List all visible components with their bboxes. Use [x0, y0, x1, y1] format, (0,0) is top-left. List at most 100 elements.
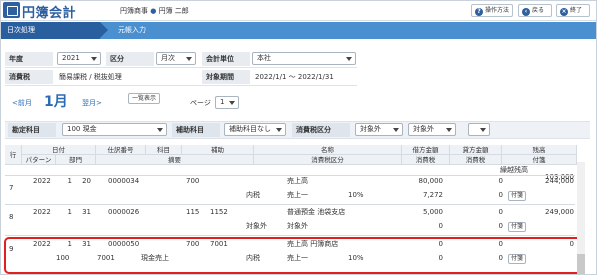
next-month-link[interactable]: 翌月> — [82, 98, 102, 108]
col-tax-class: 消費税区分 — [254, 155, 402, 165]
unit-label: 会計単位 — [202, 52, 250, 66]
kubun-select[interactable]: 月次 — [156, 52, 196, 65]
col-credit: 貸方金額 — [450, 145, 502, 155]
tax-class-select-2[interactable]: 対象外 — [408, 123, 456, 136]
question-icon: ? — [475, 8, 483, 16]
page-select[interactable]: 1 — [215, 96, 239, 109]
cell-account: 700 — [186, 177, 200, 185]
cell-month: 1 — [67, 177, 72, 185]
app-title: 円簿会計 — [22, 6, 77, 21]
col-memo: 摘要 — [96, 155, 254, 165]
cell-debit: 80,000 — [418, 177, 444, 185]
col-balance: 残高 — [502, 145, 577, 155]
divider — [5, 85, 357, 86]
col-sub: 補助 — [182, 145, 254, 155]
cell-slip: 0000034 — [108, 177, 140, 185]
cell-credit: 0 — [498, 208, 503, 216]
exit-button[interactable]: × 終了 — [556, 4, 590, 17]
cell-year: 2022 — [33, 177, 51, 185]
row-number: 7 — [9, 184, 14, 192]
back-button[interactable]: ‹ 戻る — [518, 4, 552, 17]
help-button[interactable]: ? 操作方法 — [471, 4, 513, 17]
cell-tax-debit: 7,272 — [422, 191, 443, 199]
chevron-down-icon — [446, 128, 452, 132]
cell-name: 売上高 — [287, 177, 308, 185]
cell-tax-class: 売上一 — [287, 191, 308, 199]
back-arrow-icon: ‹ — [522, 8, 530, 16]
crumb-ledger-entry: 元帳入力 — [118, 26, 146, 34]
cell-day: 20 — [82, 177, 91, 185]
chevron-down-icon — [393, 128, 399, 132]
cell-month: 1 — [67, 208, 72, 216]
cell-tax-credit: 0 — [498, 191, 503, 199]
scrollbar-thumb[interactable] — [577, 254, 585, 274]
col-slip: 仕訳番号 — [96, 145, 146, 155]
cell-tax-debit: 0 — [438, 222, 443, 230]
cell-year: 2022 — [33, 208, 51, 216]
row-number: 8 — [9, 213, 14, 221]
cell-credit: 0 — [498, 177, 503, 185]
unit-select[interactable]: 本社 — [252, 52, 356, 65]
company-user-label: 円簿商事 ● 円簿 二郎 — [120, 6, 189, 16]
col-pattern: パターン — [22, 155, 56, 165]
list-view-button[interactable]: 一覧表示 — [128, 93, 161, 104]
fusen-button[interactable]: 付箋 — [508, 222, 526, 232]
cell-tax-in: 対象外 — [246, 222, 267, 230]
divider — [5, 67, 357, 68]
period-value: 2022/1/1 ～ 2022/1/31 — [255, 73, 334, 81]
period-label: 対象期間 — [202, 70, 250, 84]
cell-debit: 5,000 — [422, 208, 443, 216]
tax-label: 消費税 — [5, 70, 53, 84]
account-label: 勘定科目 — [8, 123, 56, 137]
tax-class-select-3[interactable] — [468, 123, 490, 136]
app-logo-icon — [3, 2, 20, 18]
chevron-down-icon — [229, 101, 235, 105]
row-divider — [5, 235, 575, 236]
account-select[interactable]: 100 現金 — [62, 123, 167, 136]
col-account: 科目 — [146, 145, 182, 155]
current-month: 1月 — [44, 94, 68, 110]
col-dept: 部門 — [56, 155, 96, 165]
tax-value: 簡易課税 / 税抜処理 — [59, 73, 122, 81]
fusen-button[interactable]: 付箋 — [508, 191, 526, 201]
breadcrumb: 日次処理 元帳入力 — [0, 22, 597, 39]
chevron-down-icon — [91, 57, 97, 61]
col-date: 日付 — [22, 145, 96, 155]
prev-month-link[interactable]: <前月 — [12, 98, 32, 108]
cell-tax-in: 内税 — [246, 191, 260, 199]
company-name: 円簿商事 — [120, 7, 148, 15]
cell-balance: 249,000 — [545, 208, 574, 216]
col-name: 名称 — [254, 145, 402, 155]
cell-tax-class: 対象外 — [287, 222, 308, 230]
sub-account-select[interactable]: 補助科目なし — [224, 123, 286, 136]
year-select[interactable]: 2021 — [57, 52, 101, 65]
cell-slip: 0000026 — [108, 208, 140, 216]
chevron-down-icon — [480, 128, 486, 132]
kubun-label: 区分 — [106, 52, 154, 66]
cell-sub: 1152 — [210, 208, 228, 216]
col-debit: 借方金額 — [402, 145, 450, 155]
col-tax-credit: 消費税 — [450, 155, 502, 165]
page-label: ページ — [190, 99, 211, 107]
cell-name: 普通預金 池袋支店 — [287, 208, 346, 216]
sub-account-label: 補助科目 — [172, 123, 220, 137]
tax-class-select-1[interactable]: 対象外 — [355, 123, 403, 136]
cell-account: 115 — [186, 208, 200, 216]
user-name: 円簿 二郎 — [158, 7, 189, 15]
chevron-down-icon — [346, 57, 352, 61]
tax-class-label: 消費税区分 — [292, 123, 350, 137]
chevron-down-icon — [276, 128, 282, 132]
year-label: 年度 — [5, 52, 53, 66]
col-row-no: 行 — [5, 145, 22, 165]
crumb-daily[interactable]: 日次処理 — [0, 22, 108, 39]
col-tax-debit: 消費税 — [402, 155, 450, 165]
chevron-down-icon — [157, 128, 163, 132]
cell-tax-credit: 0 — [498, 222, 503, 230]
chevron-down-icon — [186, 57, 192, 61]
cell-day: 31 — [82, 208, 91, 216]
app-header: 円簿会計 円簿商事 ● 円簿 二郎 ? 操作方法 ‹ 戻る × 終了 — [0, 0, 597, 21]
cell-balance: 244,000 — [545, 177, 574, 185]
cell-rate: 10% — [348, 191, 364, 199]
row-divider — [5, 204, 575, 205]
close-icon: × — [560, 8, 568, 16]
